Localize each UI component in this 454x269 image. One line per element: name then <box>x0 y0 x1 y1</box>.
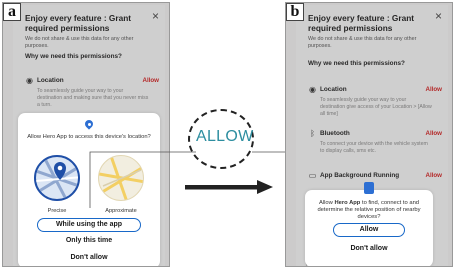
transition-arrow <box>185 180 273 194</box>
location-pin-icon <box>83 118 95 130</box>
precise-location-option[interactable] <box>34 155 80 201</box>
nearby-devices-dialog: Allow Hero App to find, connect to and d… <box>305 182 433 266</box>
while-using-app-button[interactable]: While using the app <box>37 218 141 232</box>
panel-label-b: b <box>286 3 304 21</box>
dialog-question: Allow Hero App to find, connect to and d… <box>317 200 421 220</box>
location-permission-dialog: Allow Hero App to access this device's l… <box>18 113 160 266</box>
dialog-question: Allow Hero App to access this device's l… <box>27 134 151 140</box>
nearby-devices-icon <box>364 182 374 194</box>
allow-button[interactable]: Allow <box>333 223 405 237</box>
dont-allow-button[interactable]: Don't allow <box>37 254 141 261</box>
dont-allow-button[interactable]: Don't allow <box>333 245 405 252</box>
allow-callout-label: ALLOW <box>196 128 254 145</box>
precise-label: Precise <box>47 208 67 214</box>
approximate-label: Approximate <box>105 208 137 214</box>
precise-map-icon <box>36 157 78 199</box>
screenshot-panel-a: a Enjoy every feature : Grant required p… <box>2 2 170 267</box>
screenshot-panel-b: b Enjoy every feature : Grant required p… <box>285 2 453 267</box>
approximate-map-icon <box>99 156 143 200</box>
only-this-time-button[interactable]: Only this time <box>37 237 141 244</box>
panel-label-a: a <box>3 3 21 21</box>
approximate-location-option[interactable] <box>98 155 144 201</box>
